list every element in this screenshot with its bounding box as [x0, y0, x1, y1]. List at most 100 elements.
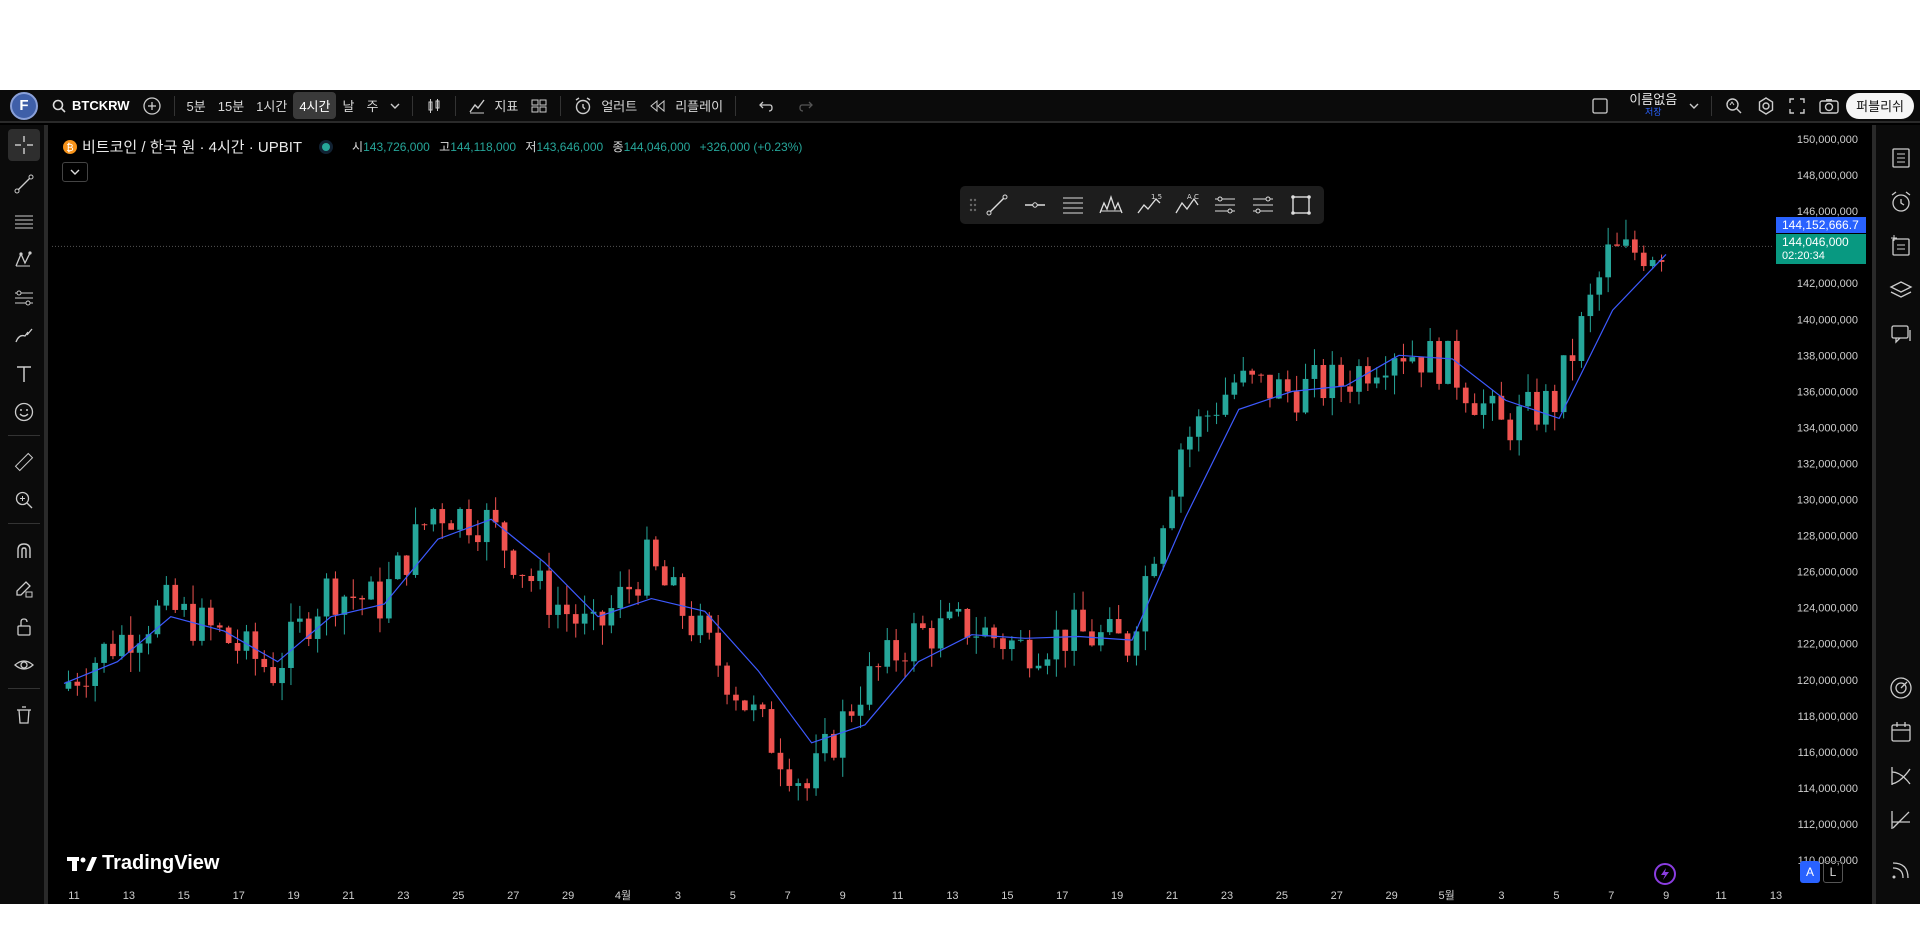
prediction-tool[interactable]: [8, 282, 40, 314]
undo-button[interactable]: [750, 92, 780, 119]
interval-1d[interactable]: 날: [336, 92, 360, 119]
x-tick-label: 11: [892, 890, 903, 902]
crosshair-tool[interactable]: [8, 129, 40, 161]
interval-15m[interactable]: 15분: [212, 92, 250, 119]
snapshot-button[interactable]: [1812, 92, 1846, 119]
fav-trend-line[interactable]: [978, 186, 1016, 224]
remove-drawings-tool[interactable]: [8, 699, 40, 731]
low-label: 저: [525, 140, 537, 154]
candle-body: [724, 665, 730, 695]
alarm-clock-icon: [1891, 191, 1911, 212]
fav-elliott-wave[interactable]: 1 5: [1130, 186, 1168, 224]
ruler-icon: [14, 452, 34, 472]
candle-body: [216, 625, 223, 628]
indicators-button[interactable]: 지표: [462, 92, 524, 119]
options-button[interactable]: [1886, 761, 1916, 791]
chart-type-button[interactable]: [419, 92, 449, 119]
fib-tool[interactable]: [8, 206, 40, 238]
magnet-tool[interactable]: [8, 535, 40, 567]
candle-body: [448, 523, 454, 530]
candle-body: [510, 550, 517, 575]
fav-head-shoulders[interactable]: [1092, 186, 1130, 224]
legend-collapse-button[interactable]: [62, 162, 88, 182]
ideas-button[interactable]: [1886, 673, 1916, 703]
symbol-search-button[interactable]: BTCKRW: [46, 92, 136, 119]
chats-button[interactable]: [1886, 319, 1916, 349]
layout-toggle-button[interactable]: [1585, 92, 1615, 119]
publish-button[interactable]: 퍼블리쉬: [1846, 92, 1914, 119]
calendar-icon: [1891, 722, 1911, 742]
market-status-icon[interactable]: [322, 142, 331, 151]
tradingview-logo[interactable]: TradingView: [66, 852, 219, 875]
fav-fib-retracement[interactable]: [1054, 186, 1092, 224]
zoom-tool[interactable]: [8, 484, 40, 516]
compare-symbol-button[interactable]: [136, 92, 168, 119]
candle-body: [572, 614, 579, 624]
candle-body: [1605, 244, 1611, 278]
drag-handle-icon[interactable]: [968, 197, 978, 213]
quick-search-button[interactable]: [1718, 92, 1750, 119]
interval-dropdown[interactable]: [384, 92, 406, 119]
price-chart[interactable]: 150,000,000148,000,000146,000,000144,000…: [52, 125, 1872, 904]
interval-4h[interactable]: 4시간: [293, 92, 337, 119]
templates-button[interactable]: [524, 92, 554, 119]
fav-rectangle[interactable]: [1282, 186, 1320, 224]
pine-editor-button[interactable]: [1886, 805, 1916, 835]
interval-1h[interactable]: 1시간: [250, 92, 293, 119]
candle-body: [1267, 374, 1273, 399]
brush-tool[interactable]: [8, 320, 40, 352]
candle-body: [893, 640, 899, 661]
alert-button[interactable]: 얼러트: [567, 92, 643, 119]
settings-button[interactable]: [1750, 92, 1782, 119]
interval-5m[interactable]: 5분: [181, 92, 212, 119]
candle-body: [341, 596, 348, 615]
fav-long-position[interactable]: [1244, 186, 1282, 224]
object-tree-button[interactable]: [1886, 275, 1916, 305]
candle-body: [1178, 449, 1184, 497]
eye-icon: [14, 660, 34, 670]
hide-drawings-tool[interactable]: [8, 649, 40, 681]
measure-tool[interactable]: [8, 446, 40, 478]
trend-line-tool[interactable]: [8, 168, 40, 200]
layout-dropdown[interactable]: [1683, 92, 1705, 119]
interval-1w[interactable]: 주: [360, 92, 384, 119]
lock-all-tool[interactable]: [8, 611, 40, 643]
candle-body: [1640, 252, 1647, 267]
lock-drawing-mode-tool[interactable]: [8, 573, 40, 605]
fav-horizontal-ray[interactable]: [1016, 186, 1054, 224]
candle-body: [813, 753, 819, 789]
unlock-icon: [17, 618, 31, 636]
emoji-tool[interactable]: [8, 396, 40, 428]
log-scale-button[interactable]: L: [1823, 861, 1843, 883]
layout-name-button[interactable]: 이름없음 저장: [1623, 92, 1683, 119]
add-watchlist-button[interactable]: [1886, 231, 1916, 261]
fav-date-price-range[interactable]: [1206, 186, 1244, 224]
redo-button[interactable]: [792, 92, 822, 119]
candle-body: [297, 618, 303, 622]
replay-button[interactable]: 리플레이: [643, 92, 729, 119]
high-value: 144,118,000: [450, 140, 517, 154]
signal-button[interactable]: [1886, 855, 1916, 885]
fullscreen-button[interactable]: [1782, 92, 1812, 119]
candle-body: [421, 524, 428, 526]
candle-body: [768, 709, 775, 753]
candle-body: [1080, 609, 1086, 632]
calendar-button[interactable]: [1886, 717, 1916, 747]
alerts-panel-button[interactable]: [1886, 187, 1916, 217]
favorite-drawings-toolbar: 1 5 A C: [960, 186, 1324, 224]
auto-scale-button[interactable]: A: [1800, 861, 1820, 883]
pattern-tool[interactable]: [8, 244, 40, 276]
signal-icon: [1892, 862, 1909, 879]
text-tool[interactable]: [8, 358, 40, 390]
toolbar-divider: [735, 95, 737, 116]
candle-body: [626, 586, 632, 590]
user-avatar[interactable]: F: [10, 91, 38, 120]
x-tick-label: 25: [1276, 890, 1288, 902]
candle-body: [759, 704, 766, 710]
fav-abcd-pattern[interactable]: A C: [1168, 186, 1206, 224]
flash-icon[interactable]: [1654, 863, 1676, 885]
candle-body: [359, 597, 365, 600]
symbol-title[interactable]: 비트코인 / 한국 원 · 4시간 · UPBIT: [82, 136, 302, 157]
y-tick-label: 112,000,000: [1798, 819, 1858, 831]
watchlist-button[interactable]: [1886, 143, 1916, 173]
